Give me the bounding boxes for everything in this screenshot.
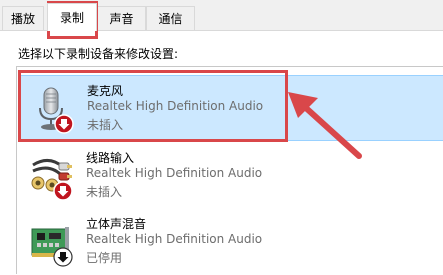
device-name: 立体声混音 — [86, 217, 147, 231]
device-status: 未插入 — [86, 185, 123, 199]
tab-playback[interactable]: 播放 — [2, 6, 44, 30]
tab-recording[interactable]: 录制 — [47, 3, 97, 31]
device-status: 未插入 — [87, 118, 124, 132]
device-item-stereo-mix[interactable]: 立体声混音 Realtek High Definition Audio 已停用 — [19, 209, 443, 275]
device-driver: Realtek High Definition Audio — [87, 99, 264, 113]
microphone-icon — [30, 86, 74, 134]
line-in-cable-icon — [29, 153, 73, 201]
device-status: 已停用 — [86, 251, 123, 265]
device-name: 麦克风 — [87, 84, 124, 98]
sound-card-icon — [29, 219, 73, 267]
tab-sounds[interactable]: 声音 — [97, 6, 146, 30]
tab-bar: 播放 录制 声音 通信 — [0, 0, 443, 31]
red-down-arrow-badge — [54, 114, 74, 134]
instruction-text: 选择以下录制设备来修改设置: — [18, 47, 179, 61]
device-name: 线路输入 — [86, 151, 135, 165]
red-down-arrow-badge — [53, 181, 73, 201]
tab-communications[interactable]: 通信 — [146, 6, 195, 30]
device-item-line-in[interactable]: 线路输入 Realtek High Definition Audio 未插入 — [19, 143, 443, 209]
black-down-arrow-badge — [53, 247, 73, 267]
device-list[interactable]: 麦克风 Realtek High Definition Audio 未插入 线路… — [16, 66, 443, 274]
device-driver: Realtek High Definition Audio — [86, 232, 263, 246]
device-driver: Realtek High Definition Audio — [86, 166, 263, 180]
device-item-microphone[interactable]: 麦克风 Realtek High Definition Audio 未插入 — [19, 75, 443, 141]
